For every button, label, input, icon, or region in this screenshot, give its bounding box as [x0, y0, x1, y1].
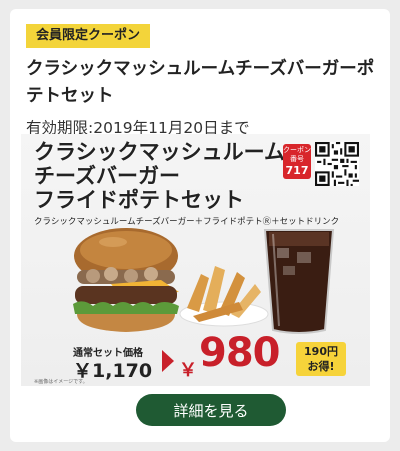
fries-image [179, 266, 269, 327]
qr-code-icon [315, 142, 359, 186]
arrow-right-icon [162, 350, 174, 372]
drink-image [263, 229, 335, 334]
coupon-number-tag: クーポン番号 717 [283, 144, 311, 179]
banner-title-line3: フライドポテトセット [34, 188, 244, 212]
coupon-number-label: クーポン番号 [283, 146, 311, 163]
image-footnote: ※画像はイメージです。 [34, 379, 88, 385]
savings-badge: 190円 お得! [296, 342, 346, 376]
banner-title-line2: チーズバーガー [34, 164, 180, 188]
view-details-button[interactable]: 詳細を見る [136, 394, 286, 426]
burger-image [73, 228, 179, 332]
savings-text: お得! [307, 360, 335, 373]
coupon-image: クラシックマッシュルーム チーズバーガー フライドポテトセット クラシックマッシ… [21, 134, 370, 386]
banner-title-line1: クラシックマッシュルーム [34, 140, 285, 164]
member-only-badge: 会員限定クーポン [26, 24, 151, 48]
deal-price-yen: ￥ [179, 360, 197, 381]
coupon-title: クラシックマッシュルームチーズバーガーポテトセット [26, 59, 375, 106]
coupon-number: 717 [285, 164, 309, 177]
banner-title: クラシックマッシュルーム チーズバーガー フライドポテトセット [34, 140, 285, 212]
savings-amount: 190円 [304, 345, 338, 358]
deal-price: 980 [199, 330, 280, 376]
